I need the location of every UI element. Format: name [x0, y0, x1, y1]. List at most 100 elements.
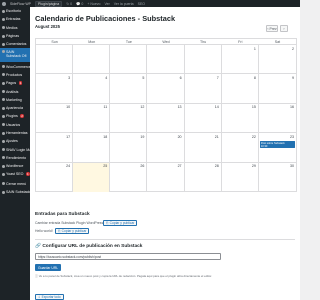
- menu-icon: [1, 182, 5, 186]
- calendar-day-cell[interactable]: 15: [221, 103, 259, 134]
- substack-url-input[interactable]: https://tuusuario.substack.com/publish/p…: [35, 253, 221, 260]
- calendar-day-cell[interactable]: 17: [36, 133, 74, 163]
- calendar: Sun Mon Tue Wed Thu Fri Sat 1 2 3 4 5 6 7 8 9 10 11 12 13 1…: [35, 38, 297, 192]
- day-number: 11: [103, 105, 108, 110]
- sidebar-item-sain-substack-ofl[interactable]: SAIN Substack Ofl: [0, 48, 30, 63]
- sidebar-item-pagos[interactable]: Pagos 1: [0, 79, 30, 87]
- calendar-day-cell[interactable]: 7: [184, 74, 222, 104]
- page-title: Calendario de Publicaciones - Substack: [35, 14, 176, 23]
- menu-icon: [1, 9, 5, 13]
- calendar-day-cell[interactable]: 27: [147, 162, 185, 192]
- calendar-day-cell[interactable]: 9: [258, 74, 296, 104]
- calendar-day-cell[interactable]: [147, 45, 185, 75]
- copy-icon: ⎘: [58, 229, 61, 233]
- copy-publish-label: Copiar y publicar: [109, 221, 135, 225]
- calendar-day-cell[interactable]: 14: [184, 103, 222, 134]
- calendar-day-cell[interactable]: 23 Post sobre Substack 10:30: [258, 133, 296, 163]
- sidebar-item-wordfence[interactable]: Wordfence: [0, 162, 30, 170]
- day-number: 14: [214, 105, 219, 110]
- day-number: 13: [177, 105, 182, 110]
- calendar-day-cell[interactable]: 12: [110, 103, 148, 134]
- calendar-day-cell[interactable]: 28: [185, 162, 222, 192]
- calendar-day-cell[interactable]: 18: [73, 133, 111, 163]
- calendar-day-cell[interactable]: 10: [36, 103, 74, 134]
- new-content-link[interactable]: + Nuevo: [87, 2, 100, 6]
- next-month-button[interactable]: ›: [280, 25, 288, 32]
- sidebar-item-sain-substack-ofl[interactable]: SAIN Substack Ofl: [0, 188, 30, 196]
- calendar-day-cell[interactable]: 25: [73, 162, 111, 192]
- calendar-grid: 1 2 3 4 5 6 7 8 9 10 11 12 13 14 15 16 17 18 19 20 21 22 23 Pos…: [36, 45, 296, 192]
- sidebar-item-cerrar-menu[interactable]: Cerrar menú: [0, 180, 30, 188]
- calendar-day-cell[interactable]: 3: [36, 74, 74, 104]
- calendar-day-cell[interactable]: 6: [147, 74, 185, 104]
- sidebar-item-comentarios[interactable]: Comentarios: [0, 40, 30, 48]
- calendar-day-cell[interactable]: 20: [147, 133, 185, 163]
- calendar-day-cell[interactable]: 4: [73, 74, 111, 104]
- sidebar-item-rendimiento[interactable]: Rendimiento: [0, 154, 30, 162]
- comments-link[interactable]: 💬 0: [76, 2, 83, 6]
- calendar-day-cell[interactable]: [36, 45, 74, 75]
- sidebar-item-label: Páginas: [6, 34, 19, 39]
- sidebar-item-label: Herramientas: [6, 131, 28, 135]
- calendar-day-cell[interactable]: 21: [184, 133, 222, 163]
- day-number: 30: [289, 164, 294, 169]
- calendar-day-cell[interactable]: 2: [258, 45, 296, 75]
- sidebar-item-ajustes[interactable]: Ajustes: [0, 137, 30, 145]
- menu-icon: [1, 106, 5, 110]
- day-number: 29: [251, 164, 256, 169]
- view-door-link[interactable]: Ver la puerta: [114, 2, 134, 6]
- calendar-day-cell[interactable]: 5: [110, 74, 148, 104]
- prev-month-button[interactable]: ‹ Prev: [266, 25, 278, 32]
- sidebar-item-plugins[interactable]: Plugins 2: [0, 112, 30, 120]
- day-number: 6: [179, 75, 182, 80]
- sidebar-item-marketing[interactable]: Marketing: [0, 96, 30, 104]
- sidebar-item-usuarios[interactable]: Usuarios: [0, 121, 30, 129]
- sidebar-item-apariencia[interactable]: Apariencia: [0, 104, 30, 112]
- calendar-day-cell[interactable]: [184, 45, 222, 75]
- calendar-day-cell[interactable]: 13: [147, 103, 185, 134]
- calendar-day-cell[interactable]: 30: [259, 163, 296, 192]
- wordpress-logo-icon[interactable]: [2, 1, 6, 6]
- day-number: 25: [103, 164, 108, 169]
- calendar-day-cell[interactable]: [73, 45, 111, 75]
- calendar-day-cell[interactable]: 19: [110, 133, 148, 163]
- view-link[interactable]: Ver: [105, 2, 110, 6]
- save-url-button[interactable]: Guardar URL: [35, 264, 62, 271]
- sidebar-item-paginas[interactable]: Páginas: [0, 32, 30, 40]
- section-divider: [35, 239, 295, 240]
- copy-publish-button[interactable]: ⎘ Copiar y publicar: [103, 220, 138, 226]
- menu-icon: [1, 139, 5, 143]
- sidebar-item-label: Ajustes: [6, 139, 18, 144]
- site-name-link[interactable]: SideFlow WP: [10, 2, 31, 6]
- calendar-day-cell[interactable]: 22: [221, 133, 259, 163]
- export-button[interactable]: ⇩ Exportar todo: [35, 294, 64, 300]
- sidebar-item-escritorio[interactable]: Escritorio: [0, 7, 30, 15]
- seo-link[interactable]: SEO: [138, 2, 145, 6]
- sidebar-item-medios[interactable]: Medios: [0, 24, 30, 32]
- calendar-day-cell[interactable]: 8: [221, 74, 259, 104]
- calendar-day-cell[interactable]: 26: [110, 162, 148, 192]
- sidebar-item-herramientas[interactable]: Herramientas: [0, 129, 30, 137]
- sidebar-item-label: Cerrar menú: [6, 181, 27, 186]
- day-number: 3: [68, 75, 71, 80]
- sidebar-item-label: Comentarios: [6, 42, 27, 47]
- sidebar-item-yoast-seo[interactable]: Yoast SEO 1: [0, 170, 30, 178]
- updates-link[interactable]: ↻ 0: [66, 2, 72, 6]
- menu-icon: [1, 164, 5, 168]
- adminbar-badge[interactable]: Plugin/página: [35, 0, 63, 7]
- sidebar-item-analisis[interactable]: Análisis: [0, 87, 30, 95]
- day-number: 28: [214, 164, 219, 169]
- copy-publish-button[interactable]: ⎘ Copiar y publicar: [55, 228, 90, 234]
- calendar-day-cell[interactable]: 11: [73, 103, 111, 134]
- calendar-day-cell[interactable]: [110, 45, 148, 75]
- calendar-day-cell[interactable]: 1: [221, 45, 259, 75]
- sidebar-item-entradas[interactable]: Entradas: [0, 15, 30, 23]
- sidebar-item-woocommerce[interactable]: WooCommerce: [0, 62, 30, 70]
- calendar-day-cell[interactable]: 24: [36, 162, 74, 192]
- menu-icon: [1, 131, 5, 135]
- calendar-day-cell[interactable]: 16: [258, 104, 296, 134]
- sidebar-item-productos[interactable]: Productos: [0, 71, 30, 79]
- calendar-event[interactable]: Post sobre Substack 10:30: [259, 141, 295, 149]
- sidebar-item-snav-login-manager[interactable]: SNAV Login Manager: [0, 145, 30, 153]
- calendar-day-cell[interactable]: 29: [222, 162, 259, 192]
